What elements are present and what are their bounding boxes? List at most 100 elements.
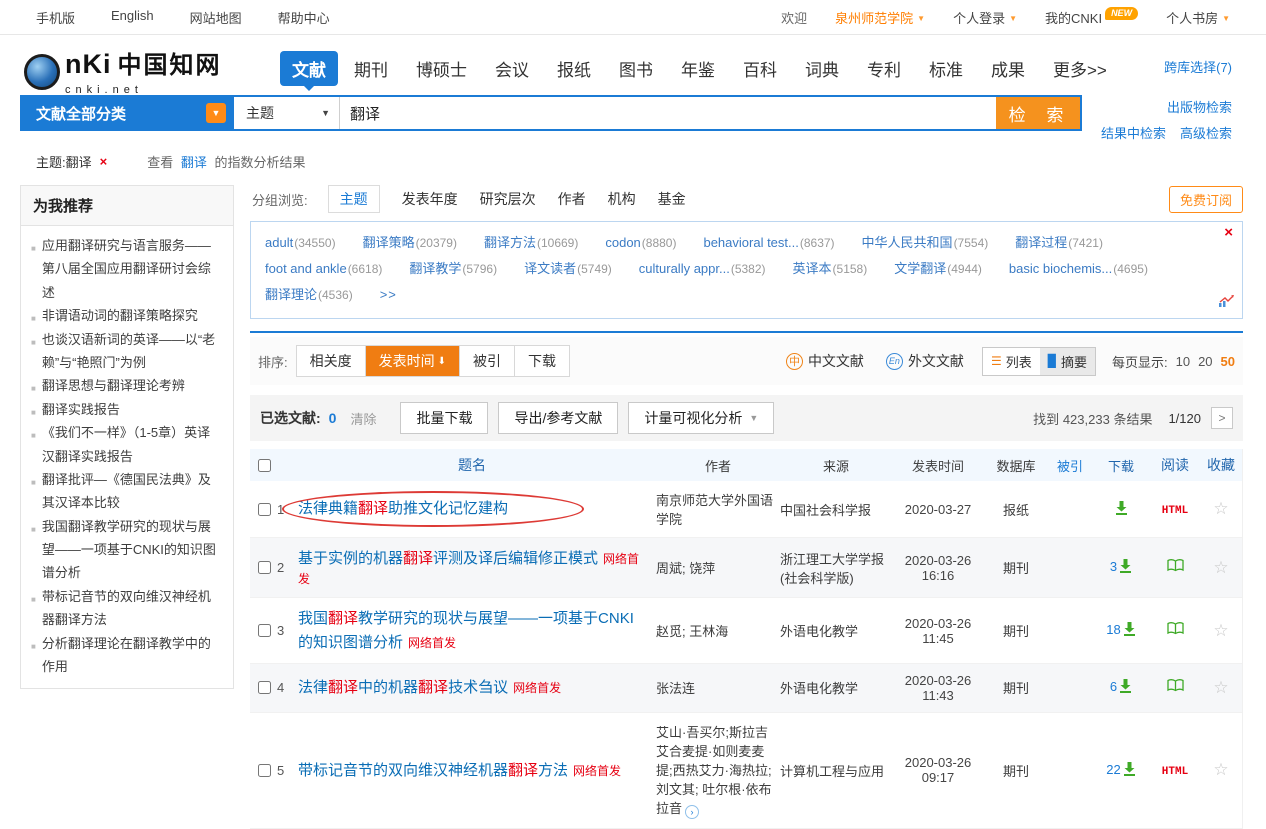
- institution-menu[interactable]: 泉州师范学院▼: [835, 8, 925, 27]
- source-link[interactable]: 中国社会科学报: [780, 503, 871, 518]
- abstract-view-button[interactable]: ▉ 摘要: [1040, 348, 1095, 375]
- topbar-link-3[interactable]: 帮助中心: [278, 8, 330, 27]
- topic-tag[interactable]: 文学翻译(4944): [894, 260, 982, 277]
- result-title-link[interactable]: 法律翻译中的机器翻译技术刍议: [298, 679, 508, 696]
- category-dropdown[interactable]: 文献全部分类 ▼: [22, 97, 234, 129]
- group-tab-1[interactable]: 发表年度: [402, 189, 458, 209]
- download-icon[interactable]: [1123, 762, 1136, 779]
- topic-tag[interactable]: 中华人民共和国(7554): [862, 234, 989, 251]
- nav-item-8[interactable]: 词典: [793, 51, 851, 86]
- search-field-select[interactable]: 主题 ▼: [234, 97, 340, 129]
- html-read-link[interactable]: HTML: [1162, 766, 1188, 778]
- per-page-option-50[interactable]: 50: [1221, 354, 1235, 369]
- recommend-item-link[interactable]: 也谈汉语新词的英译——以“老赖”与“艳照门”为例: [42, 328, 223, 375]
- topbar-link-2[interactable]: 网站地图: [190, 8, 242, 27]
- expand-authors-icon[interactable]: ›: [685, 805, 699, 819]
- nav-item-10[interactable]: 标准: [917, 51, 975, 86]
- topic-tag[interactable]: codon(8880): [605, 234, 676, 251]
- group-tab-3[interactable]: 作者: [558, 189, 586, 209]
- recommend-item-link[interactable]: 带标记音节的双向维汉神经机器翻译方法: [42, 585, 223, 632]
- remove-filter-icon[interactable]: ×: [100, 154, 108, 169]
- favorite-star-icon[interactable]: ☆: [1213, 760, 1228, 779]
- nav-item-2[interactable]: 博硕士: [404, 51, 479, 86]
- favorite-star-icon[interactable]: ☆: [1213, 678, 1228, 697]
- nav-item-1[interactable]: 期刊: [342, 51, 400, 86]
- html-read-link[interactable]: HTML: [1162, 505, 1188, 517]
- sort-button-1[interactable]: 发表时间⬇: [365, 346, 459, 376]
- group-tab-2[interactable]: 研究层次: [480, 189, 536, 209]
- row-checkbox[interactable]: [258, 624, 271, 637]
- foreign-docs-filter[interactable]: En 外文文献: [886, 351, 964, 371]
- source-link[interactable]: 浙江理工大学学报(社会科学版): [780, 552, 884, 586]
- personal-login-menu[interactable]: 个人登录▼: [953, 8, 1017, 27]
- search-button[interactable]: 检 索: [996, 97, 1080, 129]
- result-title-link[interactable]: 基于实例的机器翻译评测及译后编辑修正模式: [298, 550, 598, 567]
- author-link[interactable]: 张法连: [656, 681, 695, 696]
- topic-tag[interactable]: basic biochemis...(4695): [1009, 260, 1148, 277]
- nav-item-3[interactable]: 会议: [483, 51, 541, 86]
- recommend-item-link[interactable]: 非谓语动词的翻译策略探究: [42, 304, 198, 327]
- topic-tag[interactable]: 翻译策略(20379): [363, 234, 457, 251]
- favorite-star-icon[interactable]: ☆: [1213, 499, 1228, 518]
- clear-selection-link[interactable]: 清除: [350, 409, 376, 428]
- sort-button-3[interactable]: 下载: [514, 346, 569, 376]
- cnki-logo[interactable]: nKi 中国知网 cnki.net: [24, 45, 262, 98]
- topic-tag[interactable]: 译文读者(5749): [524, 260, 612, 277]
- topbar-link-1[interactable]: English: [111, 8, 154, 27]
- nav-item-9[interactable]: 专利: [855, 51, 913, 86]
- result-title-link[interactable]: 法律典籍翻译助推文化记忆建构: [298, 500, 508, 517]
- search-input[interactable]: [340, 97, 996, 129]
- my-cnki-link[interactable]: 我的CNKINEW: [1045, 8, 1138, 27]
- search-in-results-link[interactable]: 结果中检索: [1101, 123, 1166, 142]
- free-subscribe-button[interactable]: 免费订阅: [1169, 186, 1243, 213]
- recommend-item-link[interactable]: 翻译批评—《德国民法典》及其汉译本比较: [42, 468, 223, 515]
- sort-button-0[interactable]: 相关度: [297, 346, 365, 376]
- chinese-docs-filter[interactable]: 中 中文文献: [786, 351, 864, 371]
- metric-visualization-button[interactable]: 计量可视化分析 ▼: [628, 402, 774, 434]
- recommend-item-link[interactable]: 翻译思想与翻译理论考辨: [42, 374, 185, 397]
- nav-item-4[interactable]: 报纸: [545, 51, 603, 86]
- row-checkbox[interactable]: [258, 561, 271, 574]
- topbar-link-0[interactable]: 手机版: [36, 8, 75, 27]
- author-link[interactable]: 周斌; 饶萍: [656, 561, 715, 576]
- category-chevron-down-icon[interactable]: ▼: [206, 103, 226, 123]
- topic-tag[interactable]: adult(34550): [265, 234, 336, 251]
- export-references-button[interactable]: 导出/参考文献: [498, 402, 618, 434]
- topic-tag[interactable]: culturally appr...(5382): [639, 260, 766, 277]
- batch-download-button[interactable]: 批量下载: [400, 402, 488, 434]
- book-read-icon[interactable]: [1167, 622, 1184, 640]
- topic-tag[interactable]: behavioral test...(8637): [703, 234, 834, 251]
- per-page-option-10[interactable]: 10: [1176, 354, 1190, 369]
- recommend-item-link[interactable]: 我国翻译教学研究的现状与展望——一项基于CNKI的知识图谱分析: [42, 515, 223, 585]
- group-tab-0[interactable]: 主题: [328, 185, 380, 213]
- personal-bookroom-menu[interactable]: 个人书房▼: [1166, 8, 1230, 27]
- source-link[interactable]: 外语电化教学: [780, 624, 858, 639]
- author-link[interactable]: 南京师范大学外国语学院: [656, 493, 773, 527]
- recommend-item-link[interactable]: 《我们不一样》（1-5章）英译汉翻译实践报告: [42, 421, 223, 468]
- topic-tag[interactable]: 英译本(5158): [793, 260, 868, 277]
- advanced-search-link[interactable]: 高级检索: [1180, 123, 1232, 142]
- publication-search-link[interactable]: 出版物检索: [1167, 97, 1232, 116]
- author-link[interactable]: 赵觅; 王林海: [656, 624, 728, 639]
- topic-tag[interactable]: 翻译理论(4536): [265, 286, 353, 303]
- sort-button-2[interactable]: 被引: [459, 346, 514, 376]
- list-view-button[interactable]: ☰ 列表: [983, 348, 1040, 375]
- index-chart-icon[interactable]: [1218, 295, 1234, 313]
- recommend-item-link[interactable]: 翻译实践报告: [42, 398, 120, 421]
- favorite-star-icon[interactable]: ☆: [1213, 621, 1228, 640]
- group-tab-4[interactable]: 机构: [608, 189, 636, 209]
- group-tab-5[interactable]: 基金: [658, 189, 686, 209]
- nav-item-12[interactable]: 更多>>: [1041, 51, 1119, 86]
- row-checkbox[interactable]: [258, 503, 271, 516]
- topic-tag[interactable]: 翻译过程(7421): [1015, 234, 1103, 251]
- row-checkbox[interactable]: [258, 764, 271, 777]
- source-link[interactable]: 计算机工程与应用: [780, 764, 884, 779]
- author-link[interactable]: 艾山·吾买尔;斯拉吉艾合麦提·如则麦麦提;西热艾力·海热拉;刘文其; 吐尔根·依…: [656, 725, 772, 816]
- topic-tag[interactable]: foot and ankle(6618): [265, 260, 382, 277]
- recommend-item-link[interactable]: 分析翻译理论在翻译教学中的作用: [42, 632, 223, 679]
- nav-item-7[interactable]: 百科: [731, 51, 789, 86]
- select-all-checkbox[interactable]: [258, 459, 271, 472]
- close-icon[interactable]: ×: [1224, 224, 1233, 241]
- download-icon[interactable]: [1119, 679, 1132, 696]
- nav-item-5[interactable]: 图书: [607, 51, 665, 86]
